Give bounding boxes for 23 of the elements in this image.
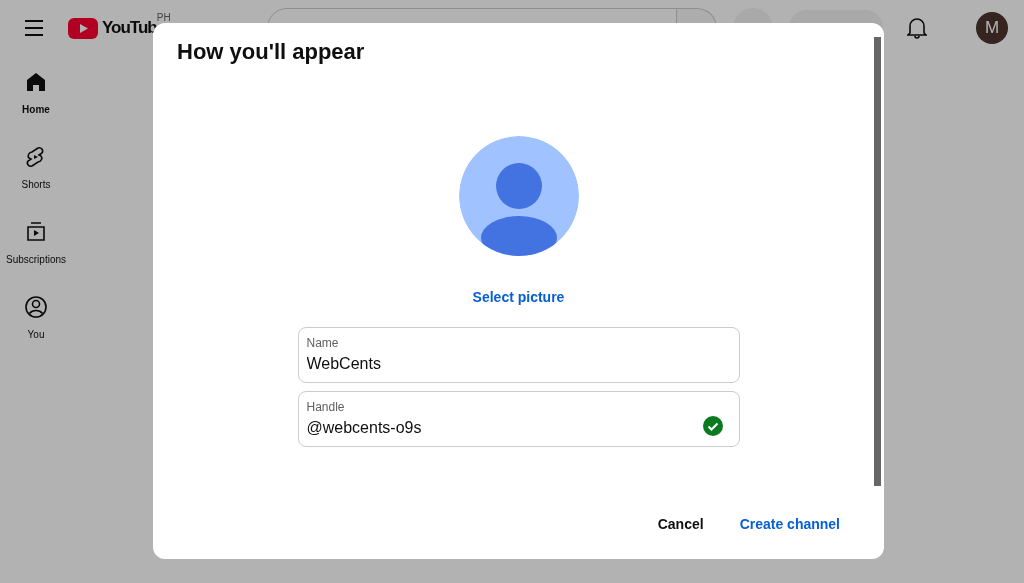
sidebar-item[interactable]: You (0, 281, 72, 356)
region-label: PH (156, 11, 171, 23)
text-field[interactable]: Handle @webcents-o9s (297, 391, 740, 448)
profile-picture-icon[interactable] (458, 136, 579, 257)
sidebar-item[interactable]: Subscriptions (0, 206, 72, 281)
video-stack-icon (24, 220, 48, 244)
sidebar-item[interactable]: Shorts (0, 131, 72, 206)
field-label: Name (306, 335, 340, 353)
scrollbar[interactable] (874, 37, 881, 486)
home-icon (24, 70, 48, 94)
logo-text[interactable]: YouTub (102, 15, 157, 41)
cancel-button[interactable]: Cancel (643, 506, 718, 543)
create-channel-button[interactable]: Create channel (725, 506, 854, 543)
select-picture-link[interactable]: Select picture (466, 286, 571, 310)
text-field[interactable]: Name WebCents (297, 327, 740, 384)
notifications-icon[interactable] (906, 17, 927, 39)
field-label: Handle (306, 399, 346, 417)
play-logo-icon (68, 17, 98, 39)
account-avatar[interactable]: M (976, 12, 1008, 44)
sidebar-item[interactable]: Home (0, 56, 72, 131)
account-icon (24, 295, 48, 319)
menu-icon[interactable] (24, 20, 44, 36)
dialog-title: How you'll appear (177, 39, 366, 66)
